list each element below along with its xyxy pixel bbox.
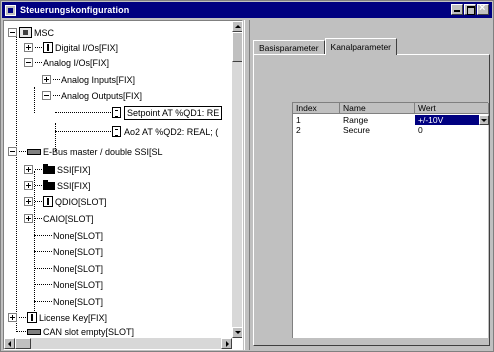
tree-item-license[interactable]: License Key[FIX]	[8, 310, 107, 325]
tree-item-label: None[SLOT]	[53, 279, 104, 290]
tree-item-ssi-1[interactable]: SSI[FIX]	[24, 162, 91, 177]
cell-index: 1	[296, 115, 301, 125]
cell-value[interactable]: 0	[415, 125, 489, 135]
panel-splitter[interactable]	[244, 20, 250, 350]
configuration-window: Steuerungskonfiguration MSC Digita	[0, 0, 494, 352]
tree-item-label: None[SLOT]	[53, 246, 104, 257]
tree-item-ebus[interactable]: E-Bus master / double SSI[SL	[8, 144, 163, 159]
tree-item-analog-ios[interactable]: Analog I/Os[FIX]	[24, 55, 109, 70]
tree-item-msc[interactable]: MSC	[8, 25, 54, 40]
controller-icon	[19, 27, 32, 38]
window-title: Steuerungskonfiguration	[20, 5, 130, 15]
tree-item-none-1[interactable]: None[SLOT]	[34, 228, 103, 243]
variable-icon	[112, 107, 121, 118]
tree-item-label: Setpoint AT %QD1: RE	[124, 105, 223, 120]
variable-icon	[112, 126, 121, 137]
expand-icon[interactable]	[24, 165, 33, 174]
collapse-icon[interactable]	[8, 147, 17, 156]
tree-horizontal-scrollbar[interactable]	[4, 338, 232, 349]
module-icon	[43, 196, 53, 207]
value-dropdown[interactable]: +/-10V	[415, 115, 489, 125]
scroll-left-icon[interactable]	[4, 338, 15, 349]
tree-item-analog-inputs[interactable]: Analog Inputs[FIX]	[42, 72, 135, 87]
tree-item-caio[interactable]: CAIO[SLOT]	[24, 211, 94, 226]
tree-item-label: SSI[FIX]	[57, 164, 91, 175]
tree-item-label: SSI[FIX]	[57, 180, 91, 191]
collapse-icon[interactable]	[8, 28, 17, 37]
tree-item-label: Ao2 AT %QD2: REAL; (	[124, 126, 219, 137]
title-bar[interactable]: Steuerungskonfiguration	[2, 2, 492, 18]
scroll-up-icon[interactable]	[232, 21, 242, 32]
tree-vertical-scrollbar[interactable]	[232, 21, 242, 338]
tree-item-label: Digital I/Os[FIX]	[55, 42, 119, 53]
tree-item-label: Analog I/Os[FIX]	[43, 57, 110, 68]
tree-item-label: CAIO[SLOT]	[43, 213, 94, 224]
cell-index: 2	[296, 125, 301, 135]
dropdown-arrow-icon[interactable]	[479, 115, 489, 125]
parameter-grid: Index Name Wert 1 Range +/-10V 2 Secure …	[292, 102, 489, 338]
cell-value: +/-10V	[418, 115, 444, 125]
tree-item-none-2[interactable]: None[SLOT]	[34, 244, 103, 259]
module-icon	[27, 312, 37, 323]
grid-row[interactable]: 1 Range +/-10V	[293, 115, 489, 125]
column-header-wert[interactable]: Wert	[415, 103, 489, 114]
tab-bar: Basisparameter Kanalparameter	[253, 38, 398, 55]
grid-row[interactable]: 2 Secure 0	[293, 125, 489, 135]
grid-header: Index Name Wert	[293, 103, 489, 114]
configuration-tree: MSC Digital I/Os[FIX] Analog I/Os[FIX] A…	[4, 21, 232, 338]
tree-item-label: License Key[FIX]	[39, 312, 108, 323]
column-header-index[interactable]: Index	[293, 103, 340, 114]
tree-item-label: Analog Inputs[FIX]	[61, 74, 136, 85]
tree-item-qdio[interactable]: QDIO[SLOT]	[24, 194, 107, 209]
tree-item-label: QDIO[SLOT]	[55, 196, 107, 207]
scroll-down-icon[interactable]	[232, 327, 242, 338]
configuration-tree-panel: MSC Digital I/Os[FIX] Analog I/Os[FIX] A…	[3, 20, 243, 350]
tab-basisparameter[interactable]: Basisparameter	[253, 40, 325, 55]
module-icon	[43, 42, 53, 53]
maximize-button[interactable]	[464, 4, 476, 15]
collapse-icon[interactable]	[42, 91, 51, 100]
tree-item-ao2[interactable]: Ao2 AT %QD2: REAL; (	[55, 124, 218, 139]
tree-item-label: E-Bus master / double SSI[SL	[43, 146, 163, 157]
tree-item-setpoint[interactable]: Setpoint AT %QD1: RE	[55, 105, 223, 120]
tree-item-label: CAN slot empty[SLOT]	[43, 326, 135, 337]
tree-item-label: MSC	[34, 27, 54, 38]
close-button[interactable]	[477, 2, 489, 15]
tree-item-none-5[interactable]: None[SLOT]	[34, 294, 103, 309]
tree-item-can-slot[interactable]: CAN slot empty[SLOT]	[16, 324, 134, 338]
tree-item-ssi-2[interactable]: SSI[FIX]	[24, 178, 91, 193]
scroll-right-icon[interactable]	[221, 338, 232, 349]
scroll-thumb[interactable]	[15, 338, 31, 349]
expand-icon[interactable]	[24, 197, 33, 206]
tree-item-label: None[SLOT]	[53, 296, 104, 307]
expand-icon[interactable]	[24, 181, 33, 190]
tree-item-analog-outputs[interactable]: Analog Outputs[FIX]	[42, 88, 142, 103]
tree-item-label: None[SLOT]	[53, 230, 104, 241]
tab-kanalparameter[interactable]: Kanalparameter	[324, 38, 398, 55]
scroll-thumb[interactable]	[232, 32, 242, 62]
expand-icon[interactable]	[8, 313, 17, 322]
folder-icon	[43, 163, 55, 174]
expand-icon[interactable]	[42, 75, 51, 84]
expand-icon[interactable]	[24, 43, 33, 52]
bus-icon	[27, 148, 41, 155]
tree-item-label: None[SLOT]	[53, 263, 104, 274]
cell-name: Range	[343, 115, 369, 125]
cell-name: Secure	[343, 125, 370, 135]
tree-item-none-4[interactable]: None[SLOT]	[34, 277, 103, 292]
app-icon	[5, 4, 16, 16]
properties-panel: Basisparameter Kanalparameter Index Name…	[251, 20, 492, 350]
tree-item-digital-ios[interactable]: Digital I/Os[FIX]	[24, 40, 118, 55]
column-header-name[interactable]: Name	[340, 103, 415, 114]
tree-item-label: Analog Outputs[FIX]	[61, 90, 143, 101]
tree-item-none-3[interactable]: None[SLOT]	[34, 261, 103, 276]
collapse-icon[interactable]	[24, 58, 33, 67]
folder-icon	[43, 179, 55, 190]
tab-content: Index Name Wert 1 Range +/-10V 2 Secure …	[253, 54, 490, 346]
minimize-button[interactable]	[451, 4, 463, 15]
expand-icon[interactable]	[24, 214, 33, 223]
bus-icon	[27, 328, 41, 335]
